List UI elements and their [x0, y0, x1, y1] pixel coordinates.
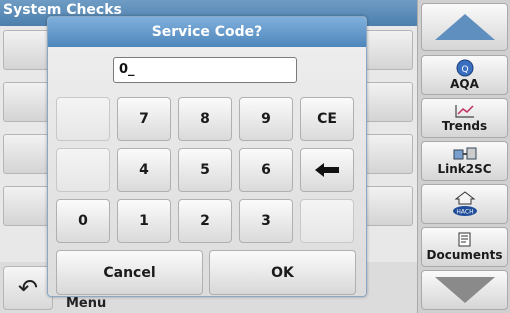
arrow-down-icon: [434, 277, 495, 303]
ok-button[interactable]: OK: [209, 250, 356, 295]
key-3[interactable]: 3: [239, 199, 293, 243]
keypad-blank-key: [56, 148, 110, 192]
keypad-blank-key: [56, 97, 110, 141]
sidebar-item-link2sc[interactable]: Link2SC: [421, 141, 508, 181]
service-code-input[interactable]: 0_: [113, 57, 297, 83]
key-2[interactable]: 2: [178, 199, 232, 243]
documents-icon: [458, 232, 470, 247]
link2sc-icon: [453, 147, 476, 160]
sidebar-item-home[interactable]: HACH: [421, 184, 508, 224]
service-code-dialog: Service Code? 0_ 7 8 9 CE 4 5 6 0 1 2 3 …: [47, 16, 367, 297]
sidebar-item-label: Documents: [426, 248, 503, 262]
aqa-icon: Q: [456, 59, 473, 77]
trends-chart-icon: [454, 105, 474, 118]
hach-logo-icon: HACH: [452, 206, 477, 216]
scroll-down-button[interactable]: [421, 270, 508, 310]
sidebar-item-label: AQA: [450, 77, 479, 91]
backspace-key[interactable]: [300, 148, 354, 192]
svg-text:HACH: HACH: [456, 209, 473, 216]
cancel-button[interactable]: Cancel: [56, 250, 203, 295]
key-6[interactable]: 6: [239, 148, 293, 192]
key-9[interactable]: 9: [239, 97, 293, 141]
key-5[interactable]: 5: [178, 148, 232, 192]
sidebar: Q AQA Trends Link2SC HACH Documents: [417, 0, 510, 313]
sidebar-item-label: Link2SC: [437, 162, 492, 176]
sidebar-item-trends[interactable]: Trends: [421, 98, 508, 138]
key-8[interactable]: 8: [178, 97, 232, 141]
clear-entry-key[interactable]: CE: [300, 97, 354, 141]
scroll-up-button[interactable]: [421, 3, 508, 51]
arrow-up-icon: [434, 14, 495, 40]
keypad-blank-key: [300, 199, 354, 243]
home-icon: [454, 191, 475, 205]
backspace-arrow-icon: [315, 163, 339, 177]
key-1[interactable]: 1: [117, 199, 171, 243]
back-button[interactable]: ↶: [3, 266, 53, 310]
sidebar-item-aqa[interactable]: Q AQA: [421, 55, 508, 95]
sidebar-item-documents[interactable]: Documents: [421, 227, 508, 267]
sidebar-item-label: Trends: [441, 119, 488, 133]
key-7[interactable]: 7: [117, 97, 171, 141]
key-4[interactable]: 4: [117, 148, 171, 192]
back-arrow-icon: ↶: [17, 274, 39, 302]
svg-text:Q: Q: [461, 65, 468, 75]
key-0[interactable]: 0: [56, 199, 110, 243]
menu-label: Menu: [66, 296, 107, 311]
dialog-title: Service Code?: [48, 17, 366, 47]
